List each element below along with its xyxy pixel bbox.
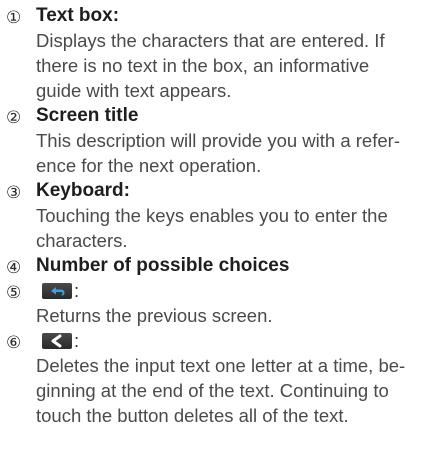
item-colon: : (74, 280, 80, 301)
item-description: This description will provide you with a… (36, 130, 400, 176)
item-number: ② (6, 108, 22, 127)
list-item-return-button: ⑤ : Returns the previous screen. (6, 278, 436, 328)
item-number: ① (6, 8, 22, 27)
list-item-text-box: ① Text box: Displays the characters that… (6, 3, 436, 103)
list-item-backspace-button: ⑥ : Deletes the input text one letter at… (6, 328, 436, 428)
item-description: Displays the characters that are entered… (36, 30, 385, 101)
item-colon: : (74, 330, 80, 351)
item-title: Text box: (36, 5, 120, 26)
return-arrow-icon (42, 283, 72, 299)
item-description: Returns the previous screen. (36, 305, 273, 326)
item-description: Touching the keys enables you to enter t… (36, 205, 388, 251)
list-item-screen-title: ② Screen title This description will pro… (6, 103, 436, 178)
item-description: Deletes the input text one letter at a t… (36, 355, 406, 426)
item-number: ③ (6, 183, 22, 202)
list-item-keyboard: ③ Keyboard: Touching the keys enables yo… (6, 178, 436, 253)
item-title: Number of possible choices (36, 255, 290, 276)
backspace-chevron-icon (42, 333, 72, 349)
item-number: ⑥ (6, 333, 22, 352)
item-number: ⑤ (6, 283, 22, 302)
item-title: Keyboard: (36, 180, 130, 201)
item-title: Screen title (36, 105, 139, 126)
description-list: ① Text box: Displays the characters that… (6, 3, 436, 428)
list-item-number-of-choices: ④ Number of possible choices (6, 253, 436, 278)
